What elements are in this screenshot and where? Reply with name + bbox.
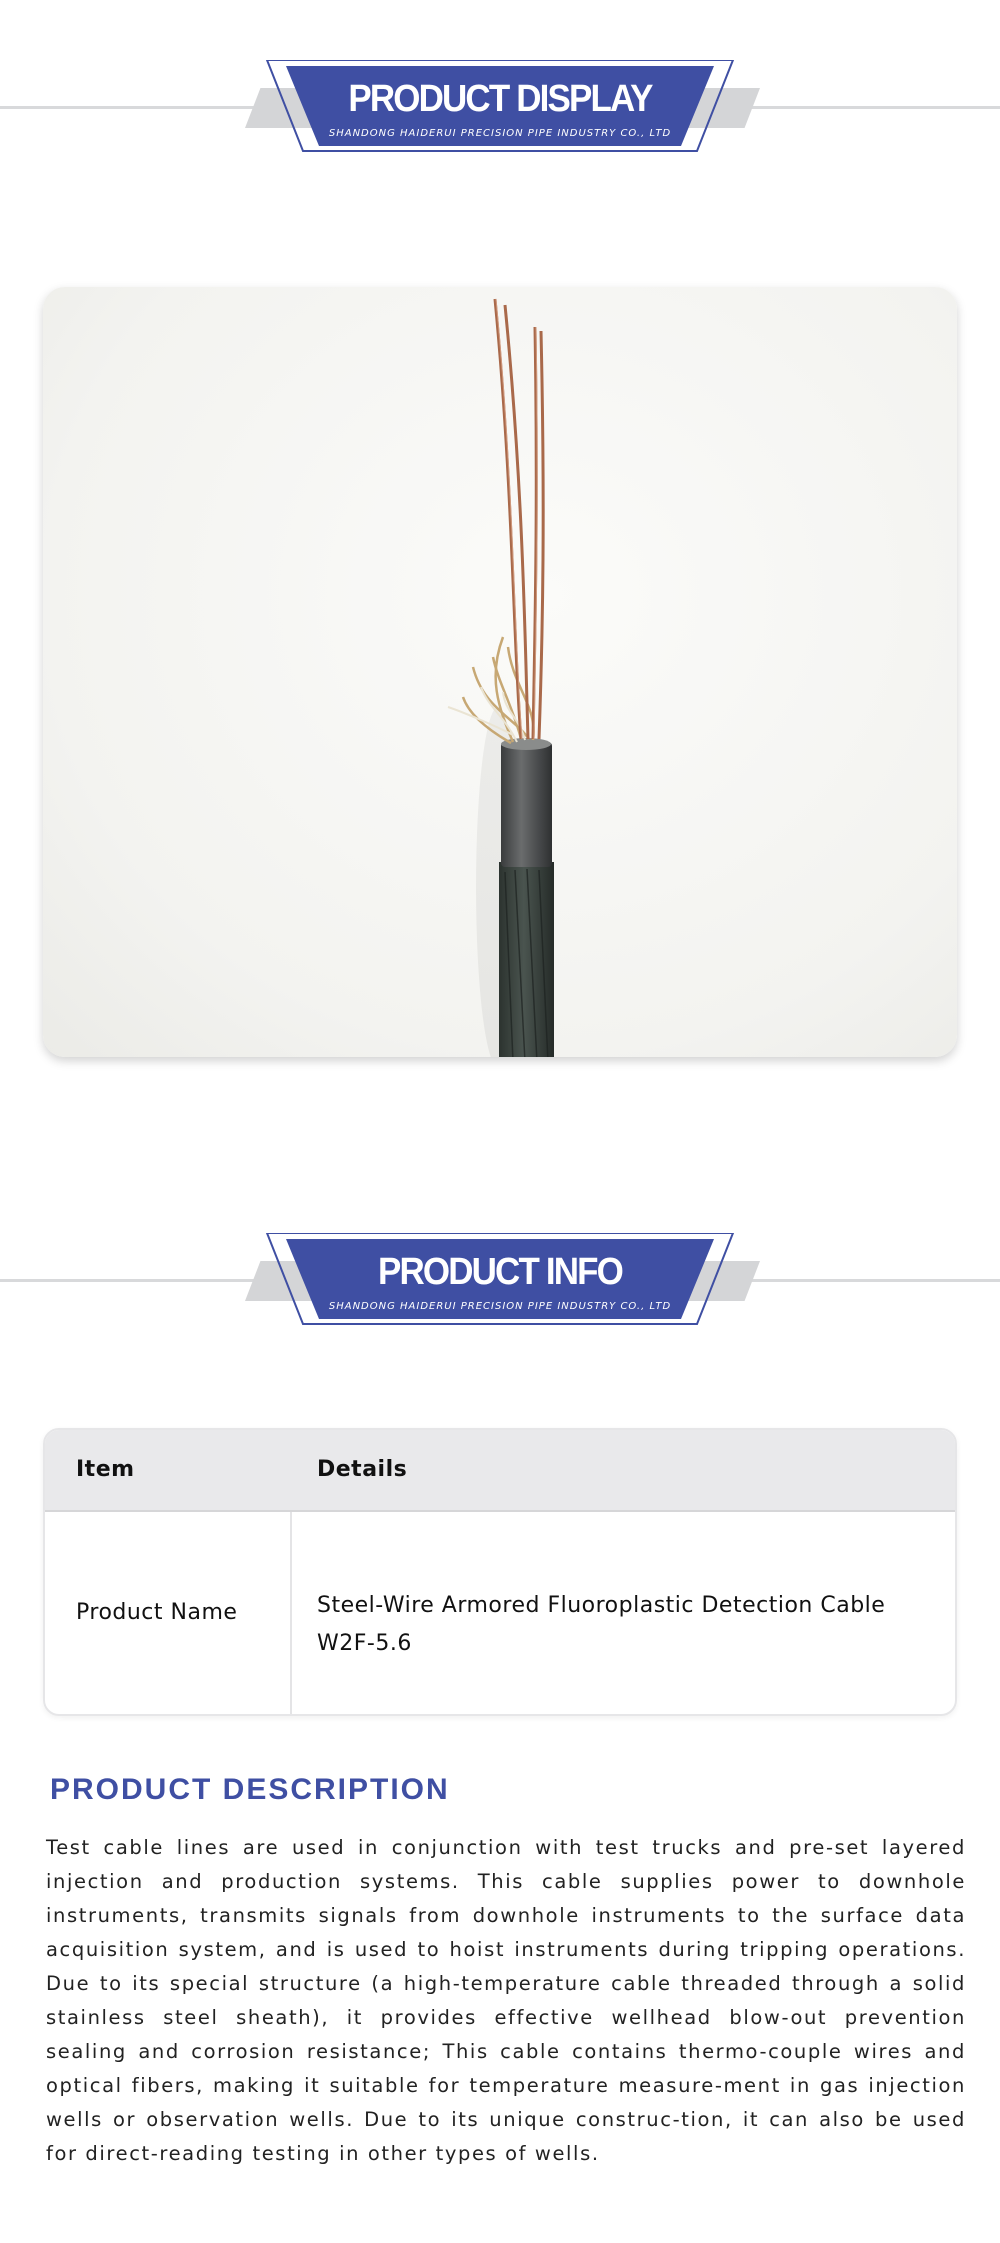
product-info-table: Item Details Product Name Steel-Wire Arm… — [43, 1428, 957, 1716]
banner-subtitle: SHANDONG HAIDERUI PRECISION PIPE INDUSTR… — [328, 1301, 672, 1312]
column-divider — [290, 1512, 292, 1714]
product-info-banner: PRODUCT INFO SHANDONG HAIDERUI PRECISION… — [0, 1233, 1000, 1333]
row-item-product-name: Product Name — [76, 1600, 238, 1625]
header-item: Item — [76, 1457, 135, 1482]
description-heading: PRODUCT DESCRIPTION — [50, 1773, 450, 1806]
row-details-product-name: Steel-Wire Armored Fluoroplastic Detecti… — [317, 1593, 886, 1656]
cable-illustration — [447, 298, 554, 1057]
banner-title: PRODUCT DISPLAY — [348, 78, 653, 120]
product-photo — [43, 287, 957, 1057]
header-details: Details — [317, 1457, 408, 1482]
product-display-banner: PRODUCT DISPLAY SHANDONG HAIDERUI PRECIS… — [0, 60, 1000, 160]
table-header — [45, 1430, 955, 1512]
banner-subtitle: SHANDONG HAIDERUI PRECISION PIPE INDUSTR… — [328, 128, 672, 139]
banner-title: PRODUCT INFO — [377, 1251, 624, 1293]
description-text: Test cable lines are used in conjunction… — [46, 1836, 966, 2165]
